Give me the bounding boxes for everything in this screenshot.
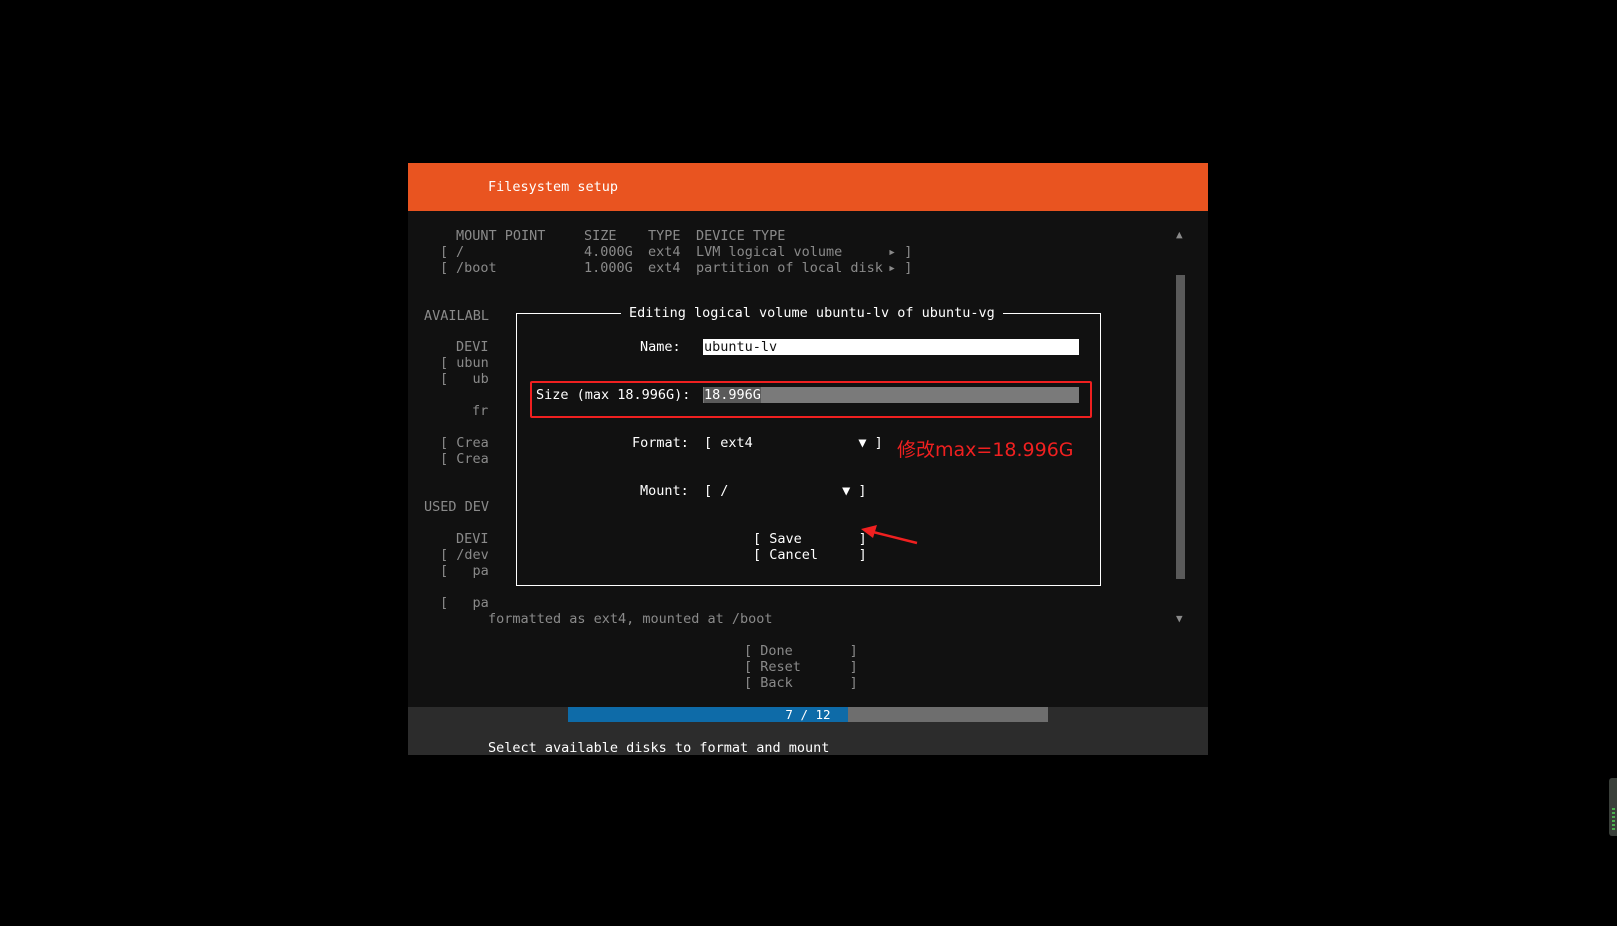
mount-label: Mount: [640, 483, 689, 499]
progress-text: 7 / 12 [785, 707, 831, 722]
done-button[interactable]: [ Done ] [744, 643, 858, 659]
create-button[interactable]: [ Crea [440, 451, 489, 467]
available-device-item[interactable]: [ ubun [440, 355, 489, 371]
available-column-device: DEVI [456, 339, 489, 355]
scrollbar[interactable] [1176, 275, 1185, 579]
cancel-button[interactable]: [ Cancel ] [753, 547, 867, 563]
used-devices-heading: USED DEV [424, 499, 490, 515]
installer-screen: Filesystem setup MOUNT POINT SIZE TYPE D… [408, 163, 1208, 755]
used-device-item[interactable]: [ pa [440, 563, 489, 579]
size-highlight-box [530, 381, 1092, 418]
available-device-item[interactable]: [ ub [440, 371, 489, 387]
reset-button[interactable]: [ Reset ] [744, 659, 858, 675]
scroll-up-icon[interactable]: ▲ [1176, 227, 1183, 243]
dialog-title: Editing logical volume ubuntu-lv of ubun… [621, 305, 1003, 321]
column-type: TYPE [648, 228, 681, 244]
format-select[interactable]: [ ext4 ▼ ] [704, 435, 883, 451]
name-label: Name: [640, 339, 681, 355]
used-column-device: DEVI [456, 531, 489, 547]
column-mount-point: MOUNT POINT [456, 228, 546, 244]
header-bar: Filesystem setup [408, 163, 1208, 211]
column-size: SIZE [584, 228, 617, 244]
annotation-text: 修改max=18.996G [897, 439, 1074, 461]
create-button[interactable]: [ Crea [440, 435, 489, 451]
available-free-space: fr [472, 403, 489, 419]
available-devices-heading: AVAILABL [424, 308, 490, 324]
footer-bar: 7 / 12 Select available disks to format … [408, 707, 1208, 755]
row-arrow-icon: ▸ ] [888, 244, 913, 260]
annotation-arrow-icon [861, 525, 918, 545]
edit-logical-volume-dialog: Editing logical volume ubuntu-lv of ubun… [516, 305, 1101, 586]
back-button[interactable]: [ Back ] [744, 675, 858, 691]
name-value: ubuntu-lv [704, 339, 778, 355]
used-device-note: formatted as ext4, mounted at /boot [488, 611, 773, 627]
footer-hint: Select available disks to format and mou… [488, 740, 830, 755]
used-device-item[interactable]: [ pa [440, 595, 489, 611]
format-label: Format: [632, 435, 689, 451]
name-input[interactable]: ubuntu-lv [703, 339, 1079, 355]
mount-select[interactable]: [ / ▼ ] [704, 483, 867, 499]
progress-bar: 7 / 12 [568, 707, 1048, 722]
column-device-type: DEVICE TYPE [696, 228, 786, 244]
edge-widget-icon[interactable] [1609, 778, 1617, 836]
used-device-item[interactable]: [ /dev [440, 547, 489, 563]
page-title: Filesystem setup [488, 179, 619, 195]
row-arrow-icon: ▸ ] [888, 260, 913, 276]
scroll-down-icon[interactable]: ▼ [1176, 611, 1183, 627]
save-button[interactable]: [ Save ] [753, 531, 867, 547]
